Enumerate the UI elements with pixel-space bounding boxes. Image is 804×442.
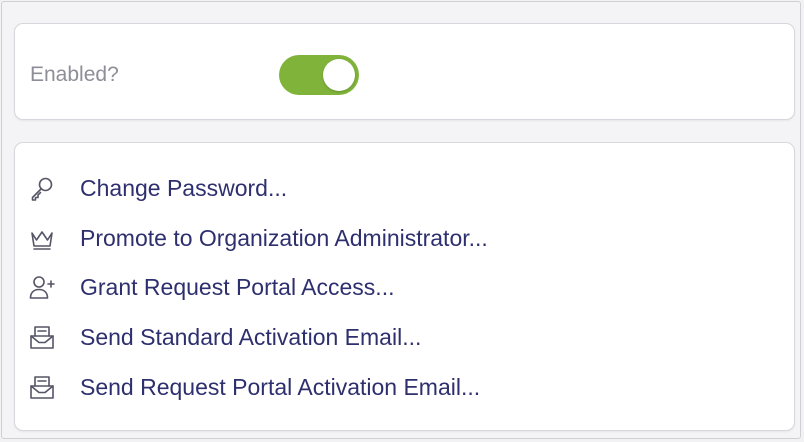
user-plus-icon [27, 272, 57, 302]
action-label: Promote to Organization Administrator... [80, 224, 488, 251]
enabled-toggle[interactable] [279, 55, 359, 95]
send-portal-activation-action[interactable]: Send Request Portal Activation Email... [27, 367, 480, 407]
mail-inbox-icon [27, 322, 57, 352]
action-label: Send Standard Activation Email... [80, 323, 422, 350]
mail-inbox-icon [27, 372, 57, 402]
send-standard-activation-action[interactable]: Send Standard Activation Email... [27, 317, 421, 357]
promote-admin-action[interactable]: Promote to Organization Administrator... [27, 218, 488, 258]
enabled-label: Enabled? [30, 63, 119, 86]
crown-icon [27, 223, 57, 253]
actions-card: Change Password... Promote to Organizati… [14, 142, 795, 431]
grant-portal-access-action[interactable]: Grant Request Portal Access... [27, 267, 394, 307]
toggle-knob [323, 59, 355, 91]
panel-frame: Enabled? Change Password... Promote to O… [1, 1, 801, 439]
key-icon [27, 173, 57, 203]
enabled-card: Enabled? [14, 23, 795, 120]
action-label: Change Password... [80, 174, 288, 201]
change-password-action[interactable]: Change Password... [27, 168, 287, 208]
action-label: Send Request Portal Activation Email... [80, 373, 481, 400]
action-label: Grant Request Portal Access... [80, 273, 395, 300]
